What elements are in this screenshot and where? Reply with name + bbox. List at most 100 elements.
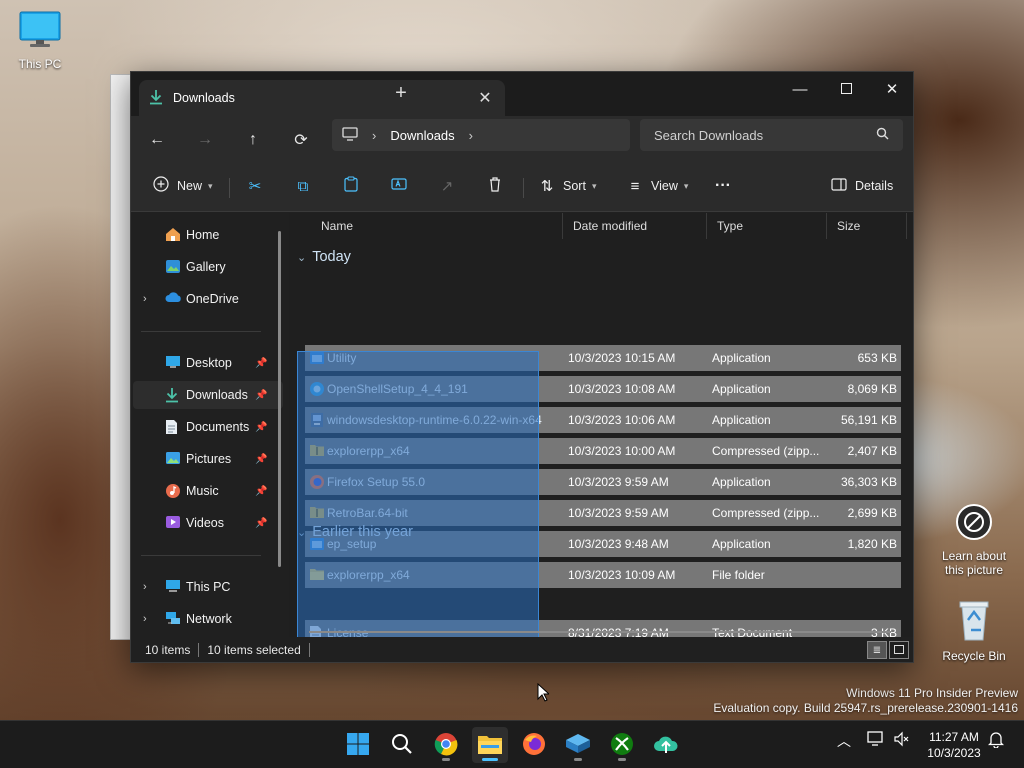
cut-button[interactable]: ✂ xyxy=(245,172,265,200)
file-row[interactable]: explorerpp_x64 10/3/2023 10:00 AM Compress… xyxy=(305,438,901,464)
sidebar-item-downloads[interactable]: Downloads 📌 xyxy=(133,381,283,409)
notifications-button[interactable] xyxy=(987,731,1005,751)
details-button[interactable]: Details xyxy=(829,172,893,200)
desktop-icon xyxy=(165,355,183,371)
file-row[interactable]: Firefox Setup 55.0 10/3/2023 9:59 AM Appli… xyxy=(305,469,901,495)
chevron-down-icon: ▾ xyxy=(683,180,689,191)
start-button[interactable] xyxy=(340,727,376,763)
address-bar[interactable]: › Downloads › xyxy=(332,119,630,151)
breadcrumb-downloads[interactable]: Downloads xyxy=(390,128,454,143)
column-header-size[interactable]: Size xyxy=(827,213,907,239)
sidebar-item-pictures[interactable]: Pictures 📌 xyxy=(133,445,283,473)
recycle-bin-icon xyxy=(934,598,1014,645)
taskbar-app[interactable] xyxy=(560,727,596,763)
clock[interactable]: 11:27 AM 10/3/2023 xyxy=(918,729,990,761)
file-row[interactable]: OpenShellSetup_4_4_191 10/3/2023 10:08 AM… xyxy=(305,376,901,402)
column-header-type[interactable]: Type xyxy=(707,213,827,239)
close-button[interactable]: ✕ xyxy=(869,74,913,104)
sort-button[interactable]: ⇅ Sort ▾ xyxy=(537,172,597,200)
search-box[interactable]: Search Downloads xyxy=(640,119,903,151)
up-button[interactable]: ↑ xyxy=(239,126,267,154)
taskbar-xbox[interactable] xyxy=(604,727,640,763)
group-title: Earlier this year xyxy=(312,524,413,540)
sort-icon: ⇅ xyxy=(540,178,554,195)
maximize-button[interactable] xyxy=(823,74,869,104)
title-bar: Downloads ✕ + — ✕ xyxy=(131,72,913,116)
sidebar-item-desktop[interactable]: Desktop 📌 xyxy=(133,349,283,377)
sidebar-item-music[interactable]: Music 📌 xyxy=(133,477,283,505)
tiles-view-icon xyxy=(894,643,904,657)
sidebar-scrollbar[interactable] xyxy=(278,231,281,567)
show-hidden-icons-button[interactable]: ︿ xyxy=(837,731,851,751)
file-date-modified: 10/3/2023 9:59 AM xyxy=(568,506,669,520)
network-status-button[interactable] xyxy=(867,731,885,750)
refresh-button[interactable]: ⟳ xyxy=(287,126,315,154)
sort-label: Sort xyxy=(563,179,586,193)
back-button[interactable]: ← xyxy=(143,126,171,154)
taskbar-file-explorer[interactable] xyxy=(472,727,508,763)
paste-button[interactable] xyxy=(341,172,361,200)
delete-button[interactable] xyxy=(485,172,505,200)
taskbar: ︿ 11:27 AM 10/3/2023 xyxy=(0,720,1024,768)
taskbar-cloud-upload[interactable] xyxy=(648,727,684,763)
pin-icon[interactable]: 📌 xyxy=(255,454,267,465)
running-indicator xyxy=(442,758,450,761)
file-explorer-icon xyxy=(477,733,503,758)
sidebar-item-videos[interactable]: Videos 📌 xyxy=(133,509,283,537)
file-row[interactable]: RetroBar.64-bit 10/3/2023 9:59 AM Compress… xyxy=(305,500,901,526)
share-button[interactable]: ↗ xyxy=(437,172,457,200)
search-icon xyxy=(391,733,413,758)
group-header-earlier-this-year[interactable]: ⌄ Earlier this year xyxy=(297,524,413,540)
chevron-right-icon[interactable]: › xyxy=(143,581,147,593)
forward-button[interactable]: → xyxy=(191,126,219,154)
more-options-button[interactable]: ··· xyxy=(715,172,731,200)
search-icon xyxy=(876,127,889,143)
file-name: explorerpp_x64 xyxy=(327,444,410,458)
sidebar-item-network[interactable]: › Network xyxy=(133,605,283,633)
taskbar-chrome[interactable] xyxy=(428,727,464,763)
tiles-view-button[interactable] xyxy=(889,641,909,659)
column-header-name[interactable]: Name xyxy=(311,213,563,239)
pin-icon[interactable]: 📌 xyxy=(255,518,267,529)
pin-icon[interactable]: 📌 xyxy=(255,422,267,433)
file-row[interactable]: Utility 10/3/2023 10:15 AM Application 653 … xyxy=(305,345,901,371)
desktop-icon-recycle-bin[interactable]: Recycle Bin xyxy=(934,598,1014,663)
chevron-right-icon[interactable]: › xyxy=(372,128,376,143)
new-button[interactable]: New ▾ xyxy=(151,172,213,200)
sidebar-item-gallery[interactable]: Gallery xyxy=(133,253,283,281)
chevron-right-icon[interactable]: › xyxy=(469,128,473,143)
minimize-button[interactable]: — xyxy=(777,74,823,104)
pin-icon[interactable]: 📌 xyxy=(255,486,267,497)
horizontal-scrollbar[interactable] xyxy=(309,631,891,633)
file-row[interactable]: windowsdesktop-runtime-6.0.22-win-x64 10/… xyxy=(305,407,901,433)
new-tab-button[interactable]: + xyxy=(391,83,411,104)
view-button[interactable]: ≡ View ▾ xyxy=(625,172,689,200)
desktop-icon-this-pc[interactable]: This PC xyxy=(0,10,80,71)
sidebar-item-onedrive[interactable]: › OneDrive xyxy=(133,285,283,313)
chevron-right-icon[interactable]: › xyxy=(143,293,147,305)
column-header-date-modified[interactable]: Date modified xyxy=(563,213,707,239)
sidebar-item-this-pc[interactable]: › This PC xyxy=(133,573,283,601)
copy-button[interactable]: ⧉ xyxy=(293,172,313,200)
sidebar-item-home[interactable]: Home xyxy=(133,221,283,249)
pin-icon[interactable]: 📌 xyxy=(255,390,267,401)
rename-button[interactable] xyxy=(389,172,409,200)
app-icon xyxy=(309,350,325,366)
desktop-icon-learn-picture[interactable]: Learn about this picture xyxy=(934,502,1014,577)
file-row[interactable]: explorerpp_x64 10/3/2023 10:09 AM File fol… xyxy=(305,562,901,588)
search-input[interactable]: Search Downloads xyxy=(654,128,876,143)
group-header-today[interactable]: ⌄ Today xyxy=(297,249,351,265)
tab-close-icon[interactable]: ✕ xyxy=(475,88,495,108)
sidebar-item-label: Documents xyxy=(186,420,250,434)
volume-button[interactable] xyxy=(894,731,910,750)
chevron-right-icon[interactable]: › xyxy=(143,613,147,625)
taskbar-search-button[interactable] xyxy=(384,727,420,763)
chevron-down-icon: ⌄ xyxy=(297,251,307,264)
details-view-button[interactable]: ≣ xyxy=(867,641,887,659)
pin-icon[interactable]: 📌 xyxy=(255,358,267,369)
taskbar-firefox[interactable] xyxy=(516,727,552,763)
sidebar-item-label: Pictures xyxy=(186,452,232,466)
tab-downloads[interactable]: Downloads ✕ xyxy=(139,80,505,116)
sidebar-item-documents[interactable]: Documents 📌 xyxy=(133,413,283,441)
folder-icon xyxy=(309,567,325,583)
